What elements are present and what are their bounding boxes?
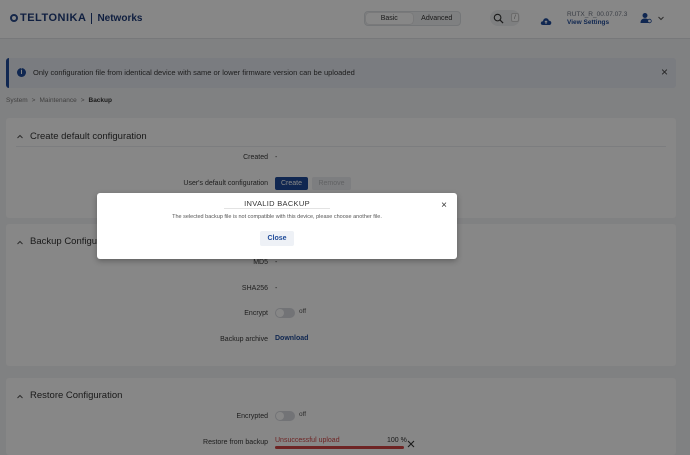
modal-close-button[interactable]: Close	[260, 231, 294, 246]
modal-title-divider	[224, 208, 330, 209]
modal-message: The selected backup file is not compatib…	[172, 214, 382, 220]
invalid-backup-modal: INVALID BACKUP × The selected backup fil…	[97, 193, 457, 259]
modal-close-icon[interactable]: ×	[441, 200, 447, 211]
modal-title: INVALID BACKUP	[244, 199, 310, 208]
